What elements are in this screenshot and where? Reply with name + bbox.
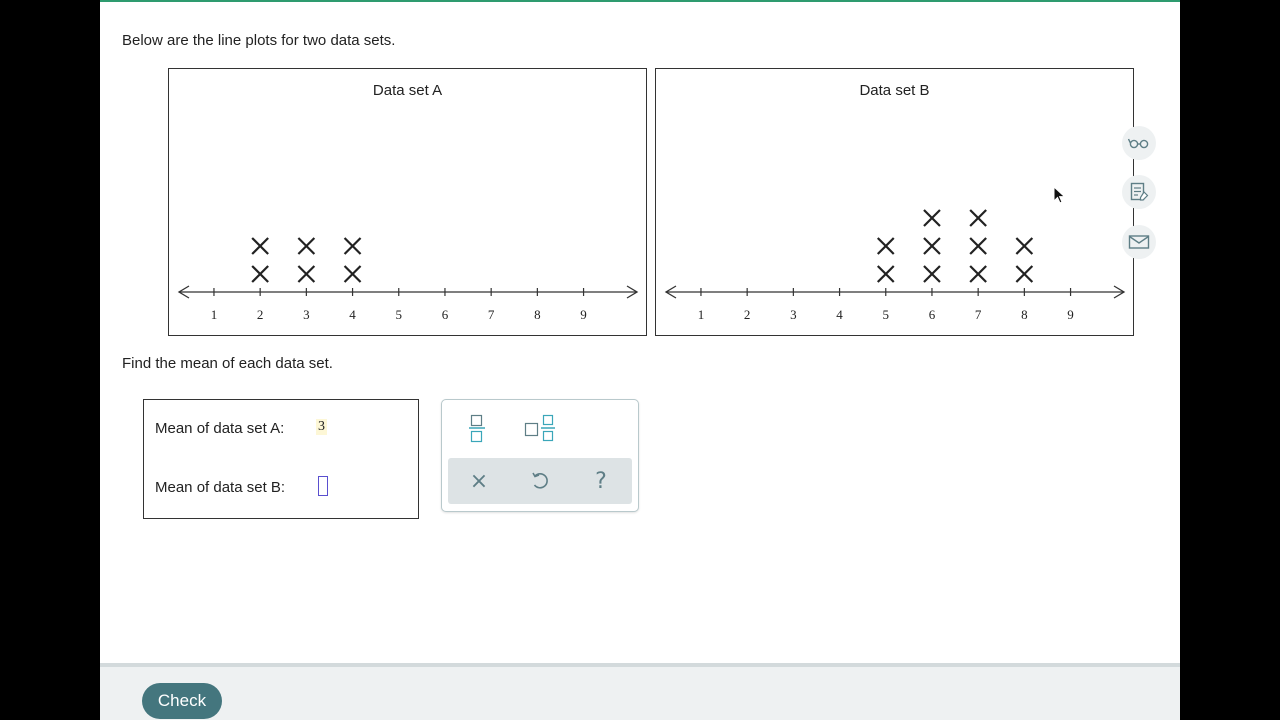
tick-label: 9 <box>1067 307 1074 322</box>
tick-label: 6 <box>442 307 449 322</box>
data-point-x-mark <box>969 209 987 227</box>
tick-label: 1 <box>698 307 705 322</box>
tick-label: 3 <box>303 307 310 322</box>
mean-a-label: Mean of data set A: <box>155 420 285 437</box>
tick-label: 4 <box>836 307 843 322</box>
data-point-x-mark <box>969 265 987 283</box>
data-point-x-mark <box>923 209 941 227</box>
tick-label: 7 <box>975 307 982 322</box>
mean-b-row: Mean of data set B: <box>155 479 285 496</box>
data-point-x-mark <box>343 237 362 255</box>
intro-text: Below are the line plots for two data se… <box>122 32 396 49</box>
data-point-x-mark <box>969 237 987 255</box>
mean-b-label: Mean of data set B: <box>155 479 286 496</box>
undo-icon[interactable] <box>523 464 557 498</box>
data-point-x-mark <box>923 265 941 283</box>
keypad-action-bar: × ? <box>448 458 632 504</box>
tick-label: 2 <box>257 307 264 322</box>
tick-label: 7 <box>488 307 495 322</box>
data-point-x-mark <box>1015 265 1034 283</box>
line-plot-data-set-a: Data set A 1 2 3 4 5 6 7 8 9 <box>168 68 647 336</box>
mean-a-row: Mean of data set A: <box>155 420 284 437</box>
help-icon[interactable]: ? <box>584 464 618 498</box>
data-point-x-mark <box>1015 237 1034 255</box>
glasses-icon[interactable] <box>1122 126 1156 160</box>
check-button[interactable]: Check <box>142 683 222 719</box>
footer-bar: Check <box>100 663 1180 720</box>
data-point-x-mark <box>923 237 941 255</box>
find-mean-text: Find the mean of each data set. <box>122 355 333 372</box>
plot-title: Data set B <box>859 82 929 99</box>
mean-b-input[interactable] <box>318 476 328 496</box>
clear-icon[interactable]: × <box>462 464 496 498</box>
tick-label: 1 <box>211 307 218 322</box>
data-point-x-mark <box>297 237 316 255</box>
top-accent-bar <box>100 0 1180 2</box>
data-point-x-mark <box>297 265 316 283</box>
tick-label: 4 <box>349 307 356 322</box>
tick-label: 5 <box>883 307 890 322</box>
fraction-icon[interactable] <box>462 410 492 446</box>
mean-a-answer[interactable]: 3 <box>316 419 327 435</box>
mouse-pointer-icon <box>1053 186 1066 204</box>
data-point-x-mark <box>343 265 362 283</box>
notes-icon[interactable] <box>1122 175 1156 209</box>
data-point-x-mark <box>876 237 895 255</box>
tick-label: 5 <box>396 307 403 322</box>
data-point-x-mark <box>876 265 895 283</box>
data-point-x-mark <box>251 237 269 255</box>
tick-label: 3 <box>790 307 797 322</box>
tick-label: 6 <box>929 307 936 322</box>
math-keypad: × ? <box>441 399 639 512</box>
answer-box: Mean of data set A: 3 Mean of data set B… <box>143 399 419 519</box>
assessment-page: Below are the line plots for two data se… <box>100 0 1180 720</box>
line-plot-a-svg: Data set A 1 2 3 4 5 6 7 8 9 <box>177 82 639 322</box>
mixed-number-icon[interactable] <box>520 410 560 446</box>
tick-label: 2 <box>744 307 751 322</box>
tick-label: 8 <box>534 307 541 322</box>
data-point-x-mark <box>251 265 269 283</box>
plot-title: Data set A <box>373 82 442 99</box>
tick-label: 9 <box>580 307 587 322</box>
mail-icon[interactable] <box>1122 225 1156 259</box>
tick-label: 8 <box>1021 307 1028 322</box>
